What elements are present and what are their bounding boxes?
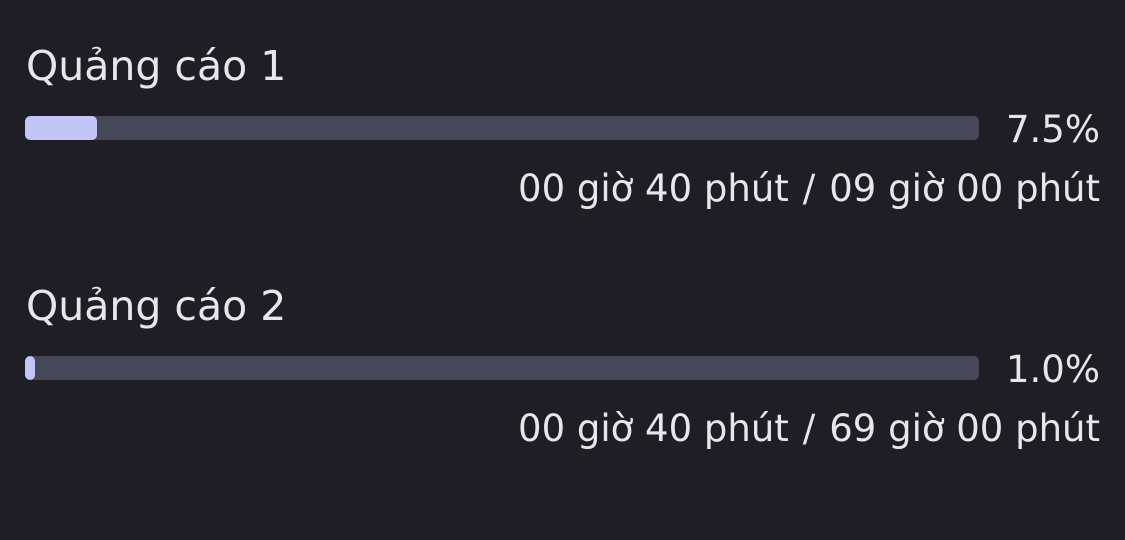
elapsed-time: 00 giờ 40 phút [518,407,789,450]
elapsed-time: 00 giờ 40 phút [518,167,789,210]
progress-track [25,356,979,380]
progress-percent: 7.5% [1006,108,1100,151]
time-separator: / [802,407,816,450]
total-time: 69 giờ 00 phút [829,407,1100,450]
progress-percent: 1.0% [1006,348,1100,391]
progress-fill [25,356,35,380]
time-summary: 00 giờ 40 phút / 69 giờ 00 phút [518,406,1100,452]
total-time: 09 giờ 00 phút [829,167,1100,210]
progress-track [25,116,979,140]
time-summary: 00 giờ 40 phút / 09 giờ 00 phút [518,166,1100,212]
ad-title: Quảng cáo 2 [26,282,287,330]
progress-fill [25,116,97,140]
ad-title: Quảng cáo 1 [26,42,287,90]
time-separator: / [802,167,816,210]
